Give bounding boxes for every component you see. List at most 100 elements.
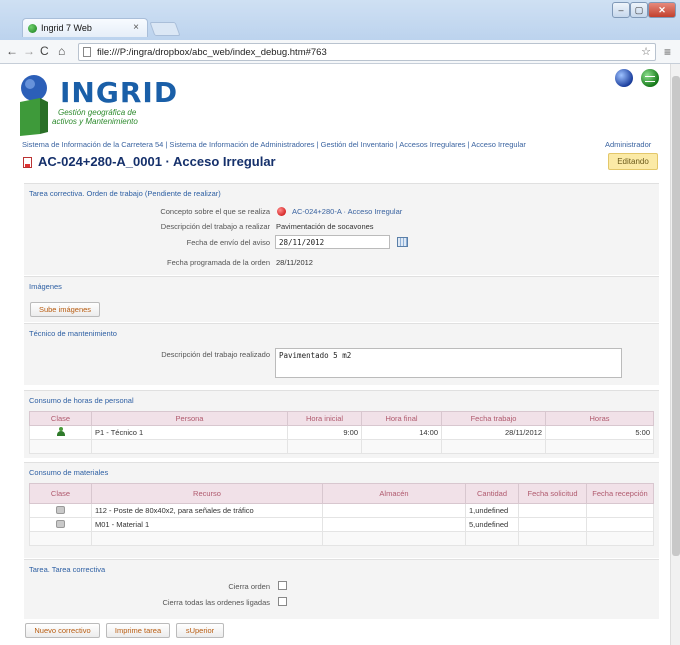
cell-cantidad: 1,undefined xyxy=(465,503,519,518)
cell-recurso: M01 - Material 1 xyxy=(91,517,323,532)
tab-close-icon[interactable]: × xyxy=(133,22,139,33)
concepto-link[interactable]: AC-024+280-A · Acceso Irregular xyxy=(292,207,402,216)
descripcion-value: Pavimentación de socavones xyxy=(276,222,374,231)
table-row-empty[interactable] xyxy=(29,531,654,546)
forward-arrow-icon[interactable]: → xyxy=(23,44,35,58)
descripcion-label: Descripción del trabajo a realizar xyxy=(160,222,270,231)
cierra-orden-checkbox[interactable] xyxy=(278,581,287,590)
cell-cantidad: 5,undefined xyxy=(465,517,519,532)
section-cierre: Tarea. Tarea correctiva Cierra orden Cie… xyxy=(24,559,659,619)
material-box-icon xyxy=(56,519,65,528)
cierra-todas-label: Cierra todas las ordenes ligadas xyxy=(162,598,270,607)
cell-fecha-solicitud xyxy=(518,517,587,532)
fecha-envio-label: Fecha de envío del aviso xyxy=(186,238,270,247)
cell-clase xyxy=(29,425,92,440)
cell-fecha-solicitud xyxy=(518,503,587,518)
cierra-todas-checkbox[interactable] xyxy=(278,597,287,606)
user-link[interactable]: Administrador xyxy=(605,140,651,149)
cell-almacen xyxy=(322,503,466,518)
bookmark-star-icon[interactable]: ☆ xyxy=(641,45,651,58)
descripcion-realizado-textarea[interactable]: Pavimentado 5 m2 xyxy=(275,348,622,378)
back-arrow-icon[interactable]: ← xyxy=(6,44,18,58)
section-title: Consumo de horas de personal xyxy=(29,396,134,405)
logo-subtitle-2: activos y Mantenimiento xyxy=(52,117,138,126)
section-tecnico: Técnico de mantenimiento Descripción del… xyxy=(24,323,659,385)
col-cantidad[interactable]: Cantidad xyxy=(465,483,519,504)
section-title: Tarea correctiva. Orden de trabajo (Pend… xyxy=(29,189,221,198)
section-title: Tarea. Tarea correctiva xyxy=(29,565,106,574)
horas-table: Clase Persona Hora inicial Hora final Fe… xyxy=(29,411,654,454)
col-fecha-trabajo[interactable]: Fecha trabajo xyxy=(441,411,546,426)
document-icon xyxy=(23,157,32,168)
browser-tab[interactable]: Ingrid 7 Web × xyxy=(22,18,148,37)
logo-wordmark: INGRID xyxy=(60,76,179,109)
section-title: Consumo de materiales xyxy=(29,468,109,477)
globe-blue-icon[interactable] xyxy=(615,69,633,87)
ingrid-logo-icon xyxy=(20,75,48,136)
cell-fecha-recepcion xyxy=(586,503,654,518)
person-icon xyxy=(56,427,65,436)
col-hora-final[interactable]: Hora final xyxy=(361,411,442,426)
col-hora-inicial[interactable]: Hora inicial xyxy=(287,411,362,426)
browser-titlebar: Ingrid 7 Web × – ▢ ✕ xyxy=(0,0,680,40)
window-minimize-button[interactable]: – xyxy=(612,2,630,18)
cell-almacen xyxy=(322,517,466,532)
page-scrollbar[interactable] xyxy=(670,64,680,645)
table-row[interactable]: P1 - Técnico 1 9:00 14:00 28/11/2012 5:0… xyxy=(29,425,654,440)
cell-persona: P1 - Técnico 1 xyxy=(91,425,288,440)
globe-green-icon[interactable] xyxy=(641,69,659,87)
imprime-tarea-button[interactable]: Imprime tarea xyxy=(106,623,170,638)
url-text: file:///P:/ingra/dropbox/abc_web/index_d… xyxy=(97,47,327,58)
cell-recurso: 112 - Poste de 80x40x2, para señales de … xyxy=(91,503,323,518)
material-box-icon xyxy=(56,505,65,514)
materiales-table: Clase Recurso Almacén Cantidad Fecha sol… xyxy=(29,483,654,546)
table-header-row: Clase Recurso Almacén Cantidad Fecha sol… xyxy=(29,483,654,504)
cell-clase xyxy=(29,517,92,532)
concepto-label: Concepto sobre el que se realiza xyxy=(160,207,270,216)
section-materiales: Consumo de materiales Clase Recurso Alma… xyxy=(24,462,659,558)
red-dot-icon xyxy=(277,207,286,216)
breadcrumb[interactable]: Sistema de Información de la Carretera 5… xyxy=(22,140,526,149)
superior-button[interactable]: sUperior xyxy=(176,623,224,638)
cell-hora-final: 14:00 xyxy=(361,425,442,440)
tab-title: Ingrid 7 Web xyxy=(41,23,92,33)
cell-horas: 5:00 xyxy=(545,425,654,440)
col-clase[interactable]: Clase xyxy=(29,411,92,426)
fecha-envio-input[interactable] xyxy=(275,235,390,249)
col-fecha-solicitud[interactable]: Fecha solicitud xyxy=(518,483,587,504)
new-tab-button[interactable] xyxy=(149,22,181,36)
address-bar[interactable]: file:///P:/ingra/dropbox/abc_web/index_d… xyxy=(78,43,656,61)
col-almacen[interactable]: Almacén xyxy=(322,483,466,504)
calendar-icon[interactable] xyxy=(397,237,408,247)
section-title: Imágenes xyxy=(29,282,62,291)
cell-fecha: 28/11/2012 xyxy=(441,425,546,440)
reload-icon[interactable]: C xyxy=(40,44,49,58)
section-tarea: Tarea correctiva. Orden de trabajo (Pend… xyxy=(24,183,659,275)
col-horas[interactable]: Horas xyxy=(545,411,654,426)
table-row[interactable]: M01 - Material 1 5,undefined xyxy=(29,517,654,532)
browser-menu-icon[interactable]: ≡ xyxy=(664,45,671,59)
table-header-row: Clase Persona Hora inicial Hora final Fe… xyxy=(29,411,654,426)
section-horas: Consumo de horas de personal Clase Perso… xyxy=(24,390,659,458)
nuevo-correctivo-button[interactable]: Nuevo correctivo xyxy=(25,623,100,638)
col-fecha-recepcion[interactable]: Fecha recepción xyxy=(586,483,654,504)
fecha-programada-value: 28/11/2012 xyxy=(276,258,313,267)
page-icon xyxy=(83,47,91,57)
section-imagenes: Imágenes Sube imágenes xyxy=(24,276,659,322)
scrollbar-thumb[interactable] xyxy=(672,76,680,556)
col-persona[interactable]: Persona xyxy=(91,411,288,426)
home-icon[interactable]: ⌂ xyxy=(58,44,65,58)
ingrid-favicon-icon xyxy=(28,24,37,33)
col-recurso[interactable]: Recurso xyxy=(91,483,323,504)
window-maximize-button[interactable]: ▢ xyxy=(630,2,648,18)
cell-clase xyxy=(29,503,92,518)
table-row-empty[interactable] xyxy=(29,439,654,454)
descripcion-realizado-label: Descripción del trabajo realizado xyxy=(161,350,270,359)
cell-hora-inicial: 9:00 xyxy=(287,425,362,440)
upload-images-button[interactable]: Sube imágenes xyxy=(30,302,100,317)
col-clase[interactable]: Clase xyxy=(29,483,92,504)
window-close-button[interactable]: ✕ xyxy=(648,2,676,18)
fecha-programada-label: Fecha programada de la orden xyxy=(167,258,270,267)
table-row[interactable]: 112 - Poste de 80x40x2, para señales de … xyxy=(29,503,654,518)
browser-toolbar: ← → C ⌂ file:///P:/ingra/dropbox/abc_web… xyxy=(0,40,680,64)
